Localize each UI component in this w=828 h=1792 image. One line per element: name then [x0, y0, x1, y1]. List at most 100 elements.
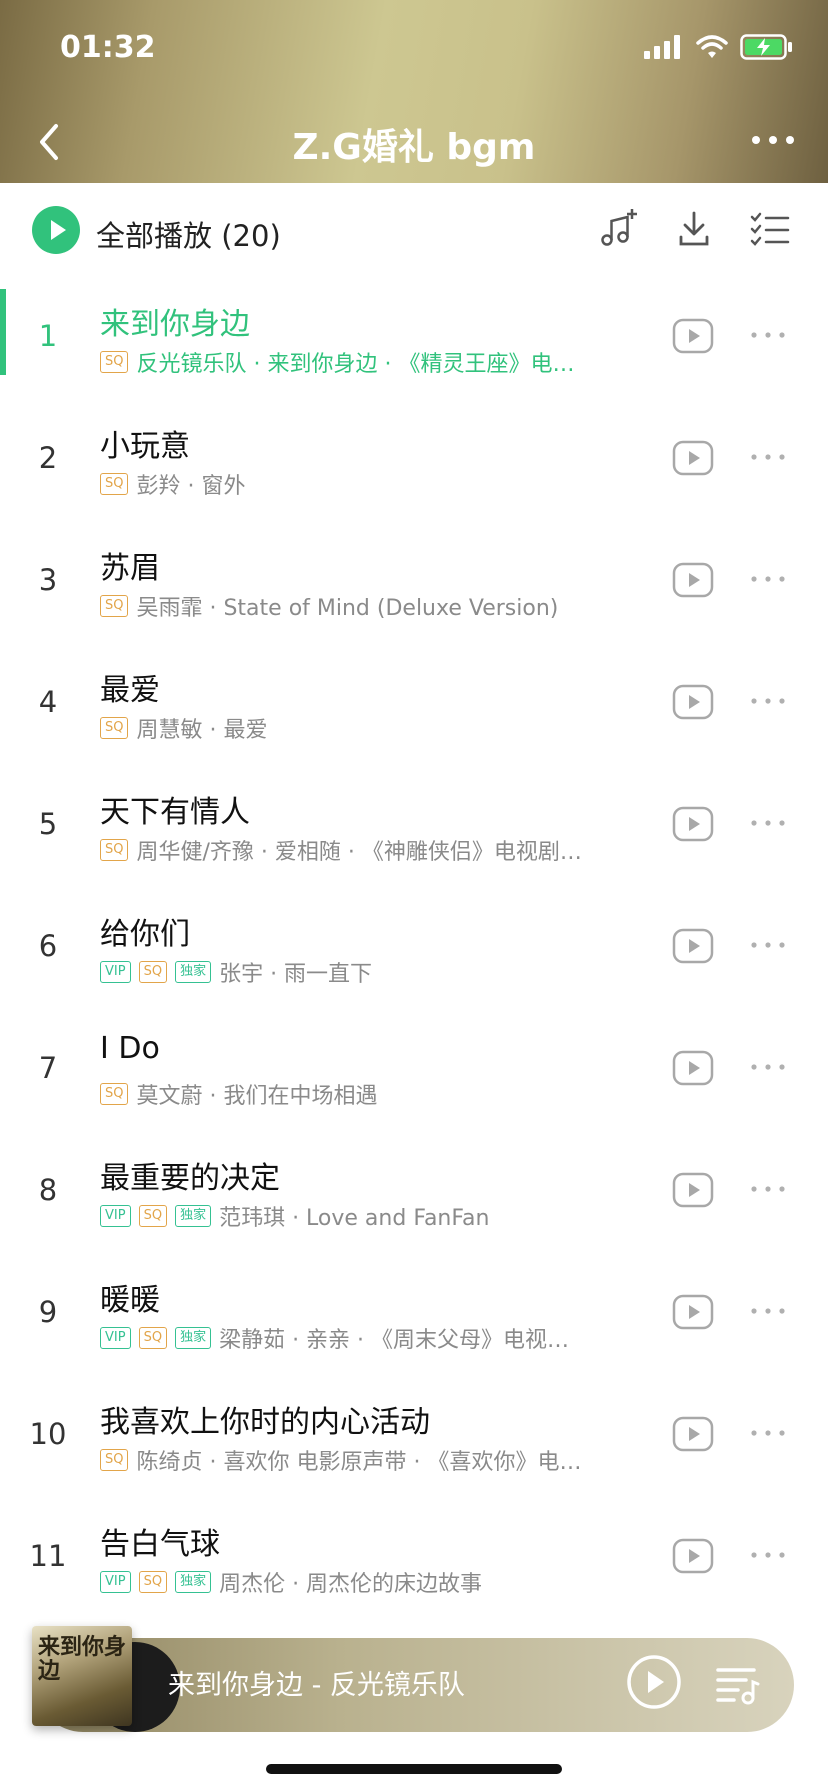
song-more-button[interactable] [748, 1301, 788, 1321]
song-meta: SQ 吴雨霏 · State of Mind (Deluxe Version) [100, 589, 660, 623]
play-video-button[interactable] [672, 315, 714, 357]
more-horizontal-icon [751, 820, 785, 826]
artist-album: 梁静茹 · 亲亲 · 《周末父母》电视… [219, 1328, 570, 1353]
artist-album: 反光镜乐队 · 来到你身边 · 《精灵王座》电… [136, 352, 575, 377]
play-video-button[interactable] [672, 1535, 714, 1577]
song-more-button[interactable] [748, 1545, 788, 1565]
status-icons [644, 34, 794, 60]
header-banner: 01:32 Z.G婚礼 bgm [0, 0, 828, 183]
more-horizontal-icon [751, 1186, 785, 1192]
now-playing-title[interactable]: 来到你身边 - 反光镜乐队 [168, 1663, 465, 1702]
song-more-button[interactable] [748, 1423, 788, 1443]
song-row[interactable]: 3 苏眉 SQ 吴雨霏 · State of Mind (Deluxe Version… [0, 529, 828, 651]
quality-tag: SQ [138, 1205, 168, 1227]
play-video-button[interactable] [672, 925, 714, 967]
play-all-button[interactable] [32, 206, 80, 254]
song-more-button[interactable] [748, 1179, 788, 1199]
artist-album: 彭羚 · 窗外 [136, 474, 246, 499]
song-index: 6 [38, 929, 58, 963]
song-title: 天下有情人 [100, 795, 250, 830]
song-row[interactable]: 4 最爱 SQ 周慧敏 · 最爱 [0, 651, 828, 773]
quality-tag: 独家 [175, 1327, 212, 1349]
quality-tag: SQ [100, 717, 129, 739]
song-index: 2 [38, 441, 58, 475]
more-horizontal-icon [751, 698, 785, 704]
song-count: (20) [221, 219, 281, 253]
song-title: 苏眉 [100, 551, 160, 586]
song-index: 4 [38, 685, 58, 719]
song-title: 告白气球 [100, 1527, 220, 1562]
playlist-icon [716, 1668, 760, 1705]
play-icon [51, 220, 66, 240]
song-meta: VIP SQ 独家 范玮琪 · Love and FanFan [100, 1199, 660, 1233]
play-all-label[interactable]: 全部播放 (20) [96, 213, 281, 255]
song-more-button[interactable] [748, 569, 788, 589]
play-video-button[interactable] [672, 437, 714, 479]
song-row[interactable]: 7 I Do SQ 莫文蔚 · 我们在中场相遇 [0, 1017, 828, 1139]
quality-tag: 独家 [175, 1205, 212, 1227]
quality-tag: VIP [100, 1571, 131, 1593]
play-video-button[interactable] [672, 1047, 714, 1089]
video-play-icon [672, 318, 714, 354]
song-index: 11 [29, 1539, 67, 1573]
song-more-button[interactable] [748, 325, 788, 345]
play-all-text: 全部播放 [96, 219, 213, 253]
song-meta: VIP SQ 独家 周杰伦 · 周杰伦的床边故事 [100, 1565, 660, 1599]
artist-album: 莫文蔚 · 我们在中场相遇 [136, 1084, 378, 1109]
song-more-button[interactable] [748, 1057, 788, 1077]
quality-tag: SQ [100, 1083, 129, 1105]
play-video-button[interactable] [672, 1291, 714, 1333]
more-horizontal-icon [751, 1308, 785, 1314]
video-play-icon [672, 928, 714, 964]
download-button[interactable] [672, 207, 716, 251]
song-meta: SQ 彭羚 · 窗外 [100, 467, 660, 501]
song-row[interactable]: 9 暖暖 VIP SQ 独家 梁静茹 · 亲亲 · 《周末父母》电视… [0, 1261, 828, 1383]
song-list: 1 来到你身边 SQ 反光镜乐队 · 来到你身边 · 《精灵王座》电… 2 小玩意 SQ 彭… [0, 285, 828, 1627]
home-indicator [266, 1764, 562, 1774]
mini-play-button[interactable] [624, 1652, 684, 1712]
playlist-queue-button[interactable] [714, 1660, 762, 1708]
more-button[interactable] [748, 128, 798, 152]
song-row[interactable]: 10 我喜欢上你时的内心活动 SQ 陈绮贞 · 喜欢你 电影原声带 · 《喜欢你》电… [0, 1383, 828, 1505]
play-video-button[interactable] [672, 681, 714, 723]
song-meta: SQ 周慧敏 · 最爱 [100, 711, 660, 745]
quality-tag: SQ [138, 1571, 168, 1593]
song-more-button[interactable] [748, 447, 788, 467]
video-play-icon [672, 440, 714, 476]
quality-tag: SQ [100, 1449, 129, 1471]
song-row[interactable]: 11 告白气球 VIP SQ 独家 周杰伦 · 周杰伦的床边故事 [0, 1505, 828, 1627]
more-horizontal-icon [751, 454, 785, 460]
song-row[interactable]: 8 最重要的决定 VIP SQ 独家 范玮琪 · Love and FanFan [0, 1139, 828, 1261]
song-title: 暖暖 [100, 1283, 160, 1318]
multi-select-button[interactable] [748, 207, 792, 251]
artist-album: 范玮琪 · Love and FanFan [219, 1206, 490, 1231]
song-row[interactable]: 6 给你们 VIP SQ 独家 张宇 · 雨一直下 [0, 895, 828, 1017]
song-more-button[interactable] [748, 935, 788, 955]
song-index: 3 [38, 563, 58, 597]
play-video-button[interactable] [672, 803, 714, 845]
song-meta: VIP SQ 独家 梁静茹 · 亲亲 · 《周末父母》电视… [100, 1321, 660, 1355]
mini-player-cover[interactable]: 来到你身边 [32, 1626, 180, 1732]
quality-tag: SQ [100, 473, 129, 495]
more-horizontal-icon [751, 1430, 785, 1436]
add-music-button[interactable] [596, 207, 640, 251]
song-more-button[interactable] [748, 813, 788, 833]
song-row[interactable]: 5 天下有情人 SQ 周华健/齐豫 · 爱相随 · 《神雕侠侣》电视剧… [0, 773, 828, 895]
play-video-button[interactable] [672, 1169, 714, 1211]
song-more-button[interactable] [748, 691, 788, 711]
video-play-icon [672, 1416, 714, 1452]
artist-album: 周杰伦 · 周杰伦的床边故事 [219, 1572, 483, 1597]
song-title: 最重要的决定 [100, 1161, 280, 1196]
song-row[interactable]: 2 小玩意 SQ 彭羚 · 窗外 [0, 407, 828, 529]
play-video-button[interactable] [672, 1413, 714, 1455]
artist-album: 周慧敏 · 最爱 [136, 718, 268, 743]
quality-tag: SQ [138, 961, 168, 983]
song-row[interactable]: 1 来到你身边 SQ 反光镜乐队 · 来到你身边 · 《精灵王座》电… [0, 285, 828, 407]
play-video-button[interactable] [672, 559, 714, 601]
album-cover-art-text: 来到你身边 [38, 1635, 127, 1684]
song-title: 小玩意 [100, 429, 190, 464]
more-horizontal-icon [751, 1064, 785, 1070]
song-title: 最爱 [100, 673, 160, 708]
quality-tag: VIP [100, 1327, 131, 1349]
more-horizontal-icon [751, 1552, 785, 1558]
